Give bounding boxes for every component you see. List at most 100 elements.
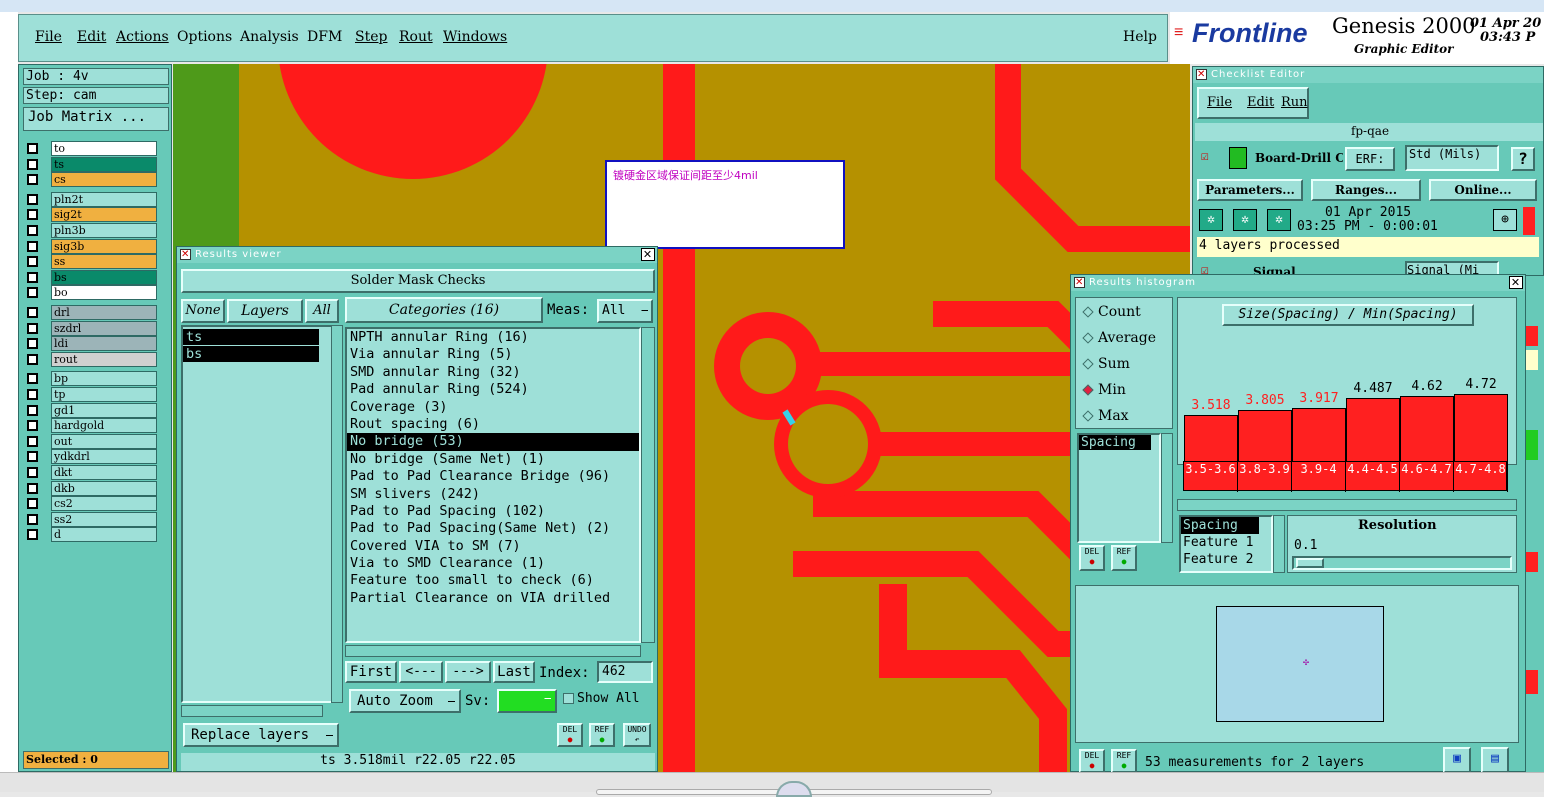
layer-row-ydkdrl[interactable]: ydkdrl: [27, 449, 157, 465]
category-item[interactable]: No bridge (53): [347, 433, 639, 451]
layer-checkbox[interactable]: [27, 209, 38, 221]
layer-name[interactable]: ts: [51, 156, 157, 172]
report-icon[interactable]: ▣: [1443, 747, 1471, 773]
layer-row-gd1[interactable]: gd1: [27, 402, 157, 418]
categories-list[interactable]: NPTH annular Ring (16) Via annular Ring (…: [345, 327, 641, 643]
layer-checkbox[interactable]: [27, 256, 38, 268]
layer-list-item[interactable]: bs: [183, 346, 319, 362]
checklist-row1-label[interactable]: Board-Drill Che: [1255, 151, 1343, 165]
layer-checkbox[interactable]: [27, 389, 38, 400]
window-menu-icon[interactable]: ✕: [1196, 69, 1207, 80]
layer-row-rout[interactable]: rout: [27, 351, 157, 367]
layer-name[interactable]: out: [51, 433, 157, 449]
category-item[interactable]: SMD annular Ring (32): [347, 364, 639, 381]
histogram-bar[interactable]: [1238, 409, 1292, 464]
hist-field-item[interactable]: Feature 1: [1181, 534, 1271, 551]
categories-scrollbar[interactable]: [641, 327, 655, 643]
menu-file[interactable]: File: [35, 29, 62, 45]
layer-row-to[interactable]: to: [27, 141, 157, 156]
hist-ref-button[interactable]: REF ●: [1111, 545, 1137, 571]
layer-checkbox[interactable]: [27, 287, 38, 299]
menu-actions[interactable]: Actions: [116, 29, 169, 45]
start-button-icon[interactable]: [776, 781, 812, 797]
category-item[interactable]: Coverage (3): [347, 399, 639, 416]
layer-row-bs[interactable]: bs: [27, 269, 157, 285]
layer-name[interactable]: ss2: [51, 511, 157, 527]
categories-button[interactable]: Categories (16): [345, 297, 543, 323]
parameters-button[interactable]: Parameters...: [1197, 179, 1303, 201]
del-button[interactable]: DEL ●: [557, 723, 583, 747]
categories-hscrollbar[interactable]: [345, 645, 641, 657]
layer-name[interactable]: cs2: [51, 496, 157, 512]
layer-row-d[interactable]: d: [27, 527, 157, 543]
category-item[interactable]: Rout spacing (6): [347, 416, 639, 433]
job-matrix-button[interactable]: Job Matrix ...: [23, 107, 169, 131]
layer-row-pln3b[interactable]: pln3b: [27, 223, 157, 238]
layer-name[interactable]: sig2t: [51, 207, 157, 223]
layer-name[interactable]: dkb: [51, 480, 157, 496]
layer-row-ss[interactable]: ss: [27, 254, 157, 270]
help-button[interactable]: ?: [1511, 147, 1535, 171]
layer-checkbox[interactable]: [27, 174, 38, 186]
layers-hscrollbar[interactable]: [181, 705, 323, 717]
layer-checkbox[interactable]: [27, 240, 38, 252]
undo-button[interactable]: UNDO ↶: [623, 723, 651, 747]
check-mark-icon[interactable]: ☑: [1201, 149, 1209, 164]
last-button[interactable]: Last: [493, 661, 535, 683]
layer-name[interactable]: ydkdrl: [51, 449, 157, 465]
layer-checkbox[interactable]: [27, 513, 38, 525]
layer-checkbox[interactable]: [27, 353, 38, 365]
layer-row-ldi[interactable]: ldi: [27, 336, 157, 352]
menu-step[interactable]: Step: [355, 29, 387, 45]
hist-ref-button-2[interactable]: REF ●: [1111, 749, 1137, 773]
hist-field-item[interactable]: Feature 2: [1181, 551, 1271, 568]
layer-row-cs2[interactable]: cs2: [27, 496, 157, 512]
zoom-icon[interactable]: ⊕: [1493, 209, 1517, 231]
layer-row-out[interactable]: out: [27, 433, 157, 449]
layer-name[interactable]: sig3b: [51, 238, 157, 254]
prev-button[interactable]: <---: [399, 661, 443, 683]
layer-checkbox[interactable]: [27, 322, 38, 334]
histogram-bar[interactable]: [1184, 414, 1238, 464]
layer-row-ts[interactable]: ts: [27, 156, 157, 172]
export-icon[interactable]: ▤: [1481, 747, 1509, 773]
histogram-bar[interactable]: [1346, 398, 1400, 464]
layer-checkbox[interactable]: [27, 404, 38, 416]
layer-checkbox[interactable]: [27, 435, 38, 447]
layer-checkbox[interactable]: [27, 467, 38, 478]
meas-select[interactable]: All ⎯: [597, 299, 653, 323]
histogram-hscrollbar[interactable]: [1177, 499, 1517, 511]
layers-scrollbar[interactable]: [331, 325, 343, 703]
histogram-bar[interactable]: [1292, 408, 1346, 464]
layer-name[interactable]: rout: [51, 351, 157, 367]
layer-name[interactable]: ldi: [51, 336, 157, 352]
layer-checkbox[interactable]: [27, 143, 38, 154]
run-icon[interactable]: ✲: [1199, 209, 1223, 231]
layer-checkbox[interactable]: [27, 451, 38, 463]
layer-name[interactable]: szdrl: [51, 320, 157, 336]
layer-checkbox[interactable]: [27, 420, 38, 432]
layer-row-hardgold[interactable]: hardgold: [27, 418, 157, 434]
window-menu-icon[interactable]: ✕: [180, 249, 191, 260]
index-input[interactable]: 462: [597, 661, 653, 683]
layer-checkbox[interactable]: [27, 338, 38, 350]
hist-left-scrollbar[interactable]: [1161, 433, 1173, 543]
window-menu-icon[interactable]: ✕: [1074, 277, 1085, 288]
aggregate-option-min[interactable]: Min: [1082, 382, 1126, 398]
hist-left-list-item[interactable]: Spacing: [1079, 435, 1151, 450]
layer-row-szdrl[interactable]: szdrl: [27, 320, 157, 336]
hist-left-list[interactable]: Spacing: [1077, 433, 1161, 543]
menu-windows[interactable]: Windows: [443, 29, 507, 45]
layer-name[interactable]: ss: [51, 254, 157, 270]
layer-checkbox[interactable]: [27, 193, 38, 205]
layer-checkbox[interactable]: [27, 307, 38, 318]
menu-analysis[interactable]: Analysis: [240, 29, 299, 45]
layer-name[interactable]: bo: [51, 285, 157, 301]
menu-options[interactable]: Options: [177, 29, 232, 45]
category-item[interactable]: Covered VIA to SM (7): [347, 538, 639, 555]
menu-dfm[interactable]: DFM: [307, 29, 342, 45]
sv-select[interactable]: ⎯: [497, 689, 557, 713]
layer-name[interactable]: hardgold: [51, 418, 157, 434]
run-icon[interactable]: ✲: [1267, 209, 1291, 231]
layers-list[interactable]: ts bs: [181, 325, 337, 703]
